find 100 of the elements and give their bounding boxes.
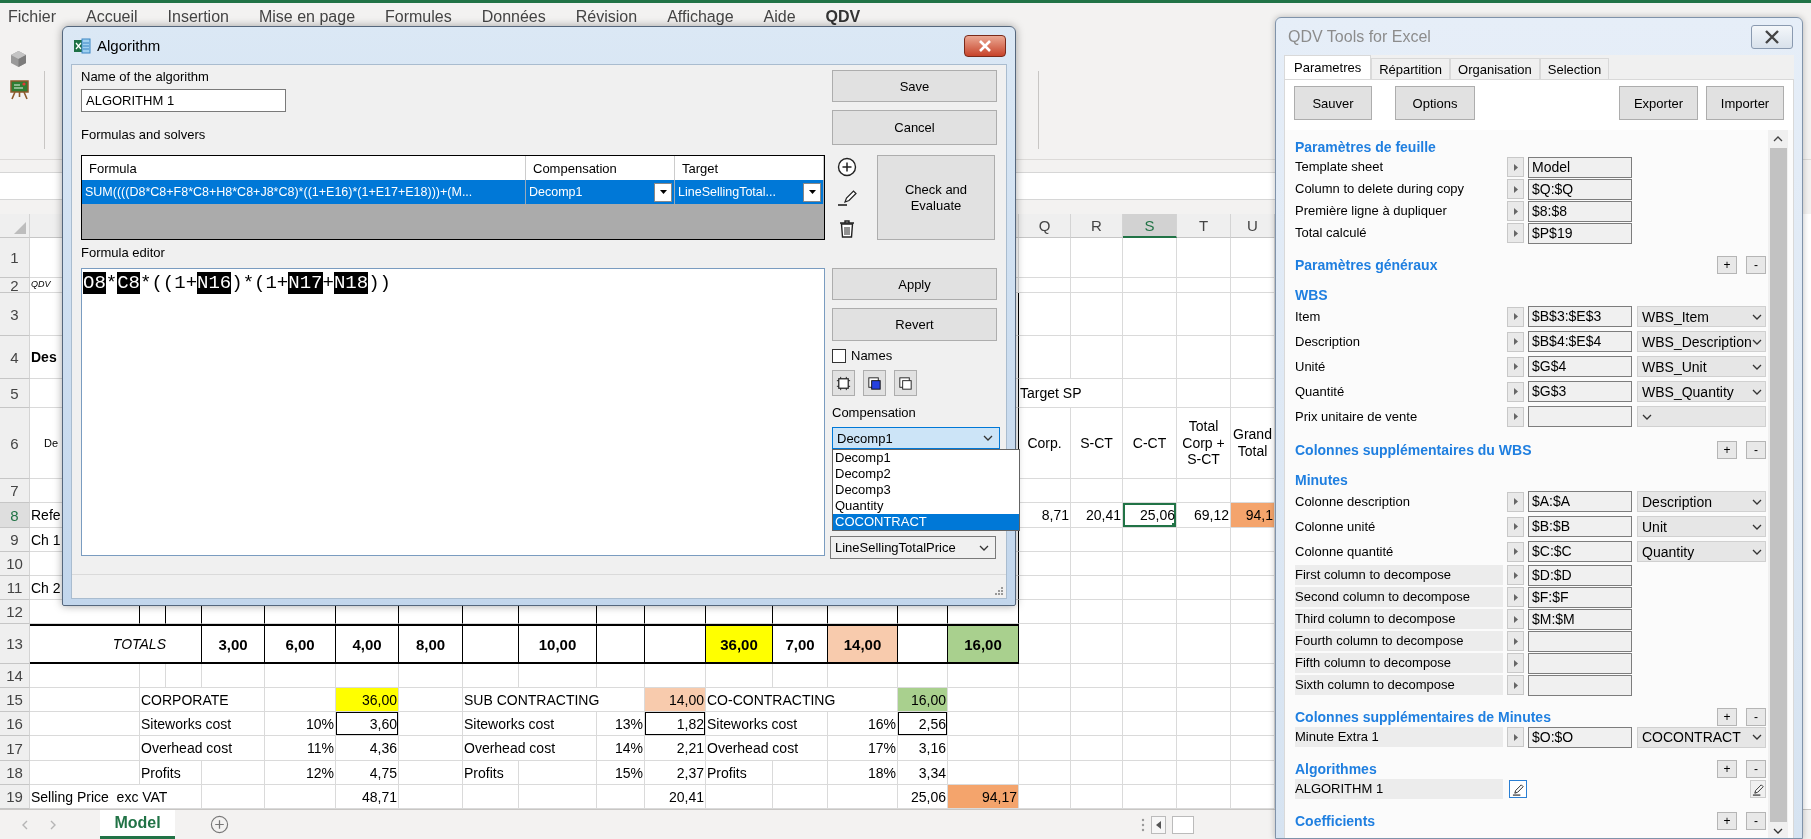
button[interactable]: Sauver (1294, 86, 1372, 120)
sheet-tab[interactable]: Model (100, 810, 175, 839)
button[interactable]: Importer (1706, 86, 1784, 120)
dropdown[interactable]: Quantity (1637, 541, 1766, 562)
add-button[interactable]: + (1717, 812, 1737, 830)
resize-grip-icon[interactable] (995, 587, 1003, 595)
remove-button[interactable]: - (1746, 256, 1766, 274)
column-header[interactable]: T (1177, 214, 1231, 238)
range-button[interactable] (1507, 356, 1524, 377)
add-sheet-icon[interactable] (210, 815, 229, 834)
range-field[interactable]: $A:$A (1528, 491, 1632, 512)
range-field[interactable]: $M:$M (1528, 608, 1632, 630)
close-button[interactable] (1751, 24, 1793, 49)
cube-icon[interactable] (10, 50, 27, 68)
button[interactable]: Options (1395, 86, 1475, 120)
remove-button[interactable]: - (1746, 441, 1766, 459)
tab[interactable]: Selection (1539, 58, 1610, 79)
row-header[interactable]: 4 (0, 336, 30, 379)
range-button[interactable] (1507, 179, 1524, 199)
row-header[interactable]: 6 (0, 408, 30, 479)
pencil-icon[interactable] (836, 187, 858, 209)
ribbon-tab[interactable]: QDV (825, 7, 861, 26)
range-button[interactable] (1507, 565, 1524, 585)
range-button[interactable] (1507, 653, 1524, 673)
dropdown[interactable]: WBS_Unit (1637, 356, 1766, 377)
range-button[interactable] (1507, 675, 1524, 695)
remove-button[interactable]: - (1746, 812, 1766, 830)
formula-row[interactable]: SUM((((D8*C8+F8*C8+H8*C8+J8*C8)*((1+E16)*(1+E17+E18)))+(M... Decomp1 LineSellingTotal... (82, 180, 824, 204)
range-field[interactable] (1528, 630, 1632, 652)
add-button[interactable]: + (1717, 708, 1737, 726)
range-button[interactable] (1507, 406, 1524, 427)
tab[interactable]: Répartition (1371, 58, 1451, 79)
ribbon-tab[interactable]: Insertion (167, 7, 229, 26)
range-button[interactable] (1507, 516, 1524, 537)
range-button[interactable] (1507, 223, 1524, 243)
dropdown[interactable]: Description (1637, 491, 1766, 512)
column-header[interactable]: Q (1019, 214, 1071, 238)
range-field[interactable] (1528, 674, 1632, 696)
row-header[interactable]: 2 (0, 278, 30, 293)
dropdown-option[interactable]: Decomp3 (833, 482, 1019, 498)
edit-button[interactable] (1750, 780, 1766, 798)
ribbon-tab[interactable]: Données (481, 7, 546, 26)
row-header[interactable]: 13 (0, 624, 30, 664)
scroll-left-button[interactable] (1151, 815, 1166, 834)
range-field[interactable]: $B$3:$E$3 (1528, 306, 1632, 327)
range-field[interactable]: $B:$B (1528, 516, 1632, 537)
range-button[interactable] (1507, 157, 1524, 177)
ribbon-tab[interactable]: Affichage (667, 7, 734, 26)
dropdown-option[interactable]: Decomp1 (833, 450, 1019, 466)
dropdown[interactable]: Unit (1637, 516, 1766, 537)
range-field[interactable] (1528, 652, 1632, 674)
add-button[interactable]: + (1717, 760, 1737, 778)
range-field[interactable]: $P$19 (1528, 222, 1632, 244)
check-evaluate-button[interactable]: Check and Evaluate (877, 155, 995, 240)
range-field[interactable]: $G$4 (1528, 356, 1632, 377)
add-button[interactable]: + (1717, 441, 1737, 459)
row-header[interactable]: 17 (0, 736, 30, 761)
ribbon-tab[interactable]: Formules (385, 7, 452, 26)
range-button[interactable] (1507, 609, 1524, 629)
row-header[interactable]: 14 (0, 664, 30, 688)
close-button[interactable] (964, 34, 1006, 57)
dropdown-option[interactable]: Quantity (833, 498, 1019, 514)
range-field[interactable]: $8:$8 (1528, 200, 1632, 222)
edit-button[interactable] (1509, 780, 1527, 798)
dropdown-option[interactable]: Decomp2 (833, 466, 1019, 482)
apply-button[interactable]: Apply (832, 268, 997, 300)
add-circle-icon[interactable] (836, 156, 858, 178)
save-button[interactable]: Save (832, 70, 997, 102)
range-field[interactable]: $B$4:$E$4 (1528, 331, 1632, 352)
tab[interactable]: Organisation (1450, 58, 1540, 79)
row-header[interactable]: 18 (0, 761, 30, 785)
formula-editor[interactable]: O8*C8*((1+N16)*(1+N17+N18)) (81, 268, 825, 556)
dropdown-button[interactable] (654, 182, 672, 202)
range-field[interactable]: $D:$D (1528, 564, 1632, 586)
range-field[interactable]: $F:$F (1528, 586, 1632, 608)
dropdown[interactable]: COCONTRACT (1637, 726, 1766, 748)
cancel-button[interactable]: Cancel (832, 110, 997, 145)
row-header[interactable]: 19 (0, 785, 30, 809)
range-button[interactable] (1507, 381, 1524, 402)
column-header[interactable]: R (1071, 214, 1123, 238)
ribbon-tab[interactable]: Révision (575, 7, 638, 26)
scrollbar-thumb[interactable] (1172, 815, 1194, 834)
row-header[interactable]: 1 (0, 238, 30, 278)
row-header[interactable]: 16 (0, 712, 30, 736)
tool-button[interactable] (863, 370, 886, 396)
row-header[interactable]: 12 (0, 600, 30, 624)
range-field[interactable]: Model (1528, 156, 1632, 178)
remove-button[interactable]: - (1746, 708, 1766, 726)
dropdown[interactable]: LineSellingTotalPrice (830, 536, 996, 559)
range-button[interactable] (1507, 587, 1524, 607)
dropdown[interactable]: WBS_Description (1637, 331, 1766, 352)
chevron-up-icon[interactable] (1773, 136, 1783, 142)
ribbon-tab[interactable]: Accueil (86, 7, 138, 26)
ribbon-tab[interactable]: Mise en page (258, 7, 356, 26)
dropdown-button[interactable] (803, 182, 821, 202)
chalkboard-icon[interactable] (10, 80, 29, 100)
dropdown[interactable]: Decomp1 (832, 427, 1000, 449)
chevron-down-icon[interactable] (1773, 828, 1783, 834)
name-input[interactable]: ALGORITHM 1 (81, 89, 286, 112)
row-header[interactable]: 7 (0, 479, 30, 503)
